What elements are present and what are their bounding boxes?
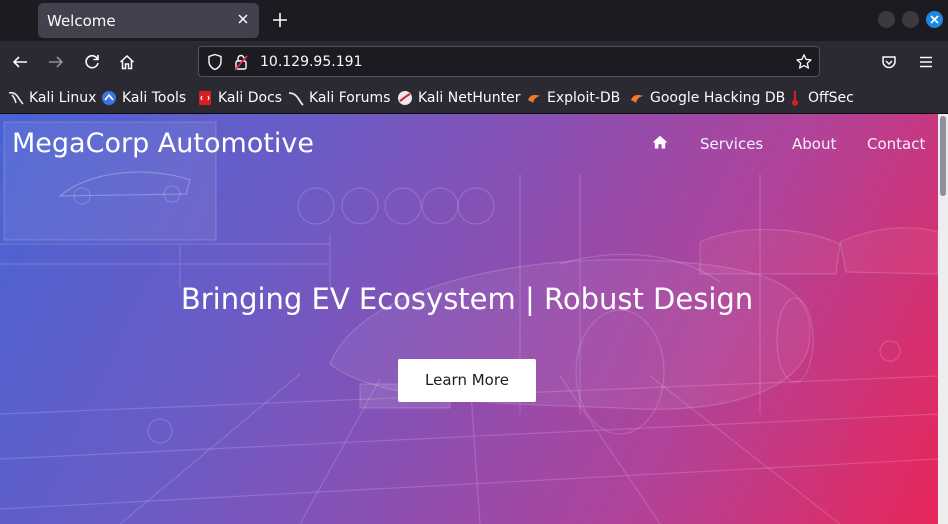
exploit-db-icon: [528, 95, 540, 103]
kali-tools-icon: [102, 91, 116, 105]
bookmarks-toolbar: Kali Linux Kali Tools Kali Docs Kali For…: [0, 82, 948, 114]
navigation-toolbar: 10.129.95.191: [0, 41, 948, 82]
minimize-button[interactable]: [878, 11, 895, 28]
scrollbar-thumb[interactable]: [940, 116, 946, 196]
kali-forums-icon: [288, 92, 304, 106]
bookmark-exploit-db[interactable]: Exploit-DB: [526, 89, 620, 107]
page-scrollbar[interactable]: [938, 114, 948, 524]
bookmark-offsec[interactable]: OffSec: [787, 89, 854, 107]
page-viewport: MegaCorp Automotive Services About Conta…: [0, 114, 938, 524]
menu-icon[interactable]: [917, 53, 935, 71]
close-window-icon: [930, 15, 939, 24]
hero-headline: Bringing EV Ecosystem | Robust Design: [180, 282, 754, 316]
url-text[interactable]: 10.129.95.191: [260, 54, 362, 70]
tab-title: Welcome: [47, 12, 116, 30]
bookmark-label: Kali Tools: [122, 90, 187, 106]
bookmark-label: Kali Forums: [309, 90, 391, 106]
maximize-button[interactable]: [902, 11, 919, 28]
bookmark-kali-linux[interactable]: Kali Linux: [8, 89, 96, 107]
insecure-lock-icon[interactable]: [234, 53, 248, 71]
close-tab-icon[interactable]: [235, 11, 251, 27]
tab-bar: Welcome: [0, 0, 948, 41]
home-icon[interactable]: [652, 135, 668, 149]
forward-icon[interactable]: [47, 53, 65, 71]
hero-section: MegaCorp Automotive Services About Conta…: [0, 114, 938, 524]
kali-dragon-icon: [8, 91, 24, 105]
new-tab-icon[interactable]: [271, 11, 289, 29]
bookmark-label: Exploit-DB: [547, 90, 621, 106]
back-icon[interactable]: [11, 53, 29, 71]
bookmark-label: Kali Linux: [29, 90, 97, 106]
bookmark-google-hacking-db[interactable]: Google Hacking DB: [629, 89, 785, 107]
bookmark-label: OffSec: [808, 90, 854, 106]
bookmark-kali-nethunter[interactable]: Kali NetHunter: [397, 89, 520, 107]
bookmark-label: Kali NetHunter: [418, 90, 521, 106]
bookmark-kali-tools[interactable]: Kali Tools: [101, 89, 186, 107]
tab-welcome[interactable]: Welcome: [38, 3, 259, 38]
pocket-icon[interactable]: [880, 53, 898, 71]
nethunter-icon: [398, 91, 412, 105]
bookmark-label: Kali Docs: [218, 90, 283, 106]
bookmark-kali-docs[interactable]: Kali Docs: [197, 89, 282, 107]
offsec-icon: [792, 91, 798, 106]
close-window-button[interactable]: [926, 11, 943, 28]
shield-icon[interactable]: [207, 53, 223, 71]
bookmark-kali-forums[interactable]: Kali Forums: [288, 89, 390, 107]
nav-link-contact[interactable]: Contact: [867, 135, 925, 153]
home-icon[interactable]: [118, 53, 136, 71]
brand-logo-text[interactable]: MegaCorp Automotive: [12, 128, 314, 159]
kali-docs-icon: [199, 91, 211, 105]
ghdb-icon: [631, 95, 643, 103]
nav-link-services[interactable]: Services: [700, 135, 763, 153]
learn-more-button[interactable]: Learn More: [398, 359, 536, 402]
url-bar[interactable]: 10.129.95.191: [198, 46, 820, 77]
bookmark-label: Google Hacking DB: [650, 90, 786, 106]
reload-icon[interactable]: [83, 53, 101, 71]
nav-link-about[interactable]: About: [792, 135, 836, 153]
showroom-background-image: [0, 121, 938, 524]
bookmark-star-icon[interactable]: [795, 53, 813, 71]
